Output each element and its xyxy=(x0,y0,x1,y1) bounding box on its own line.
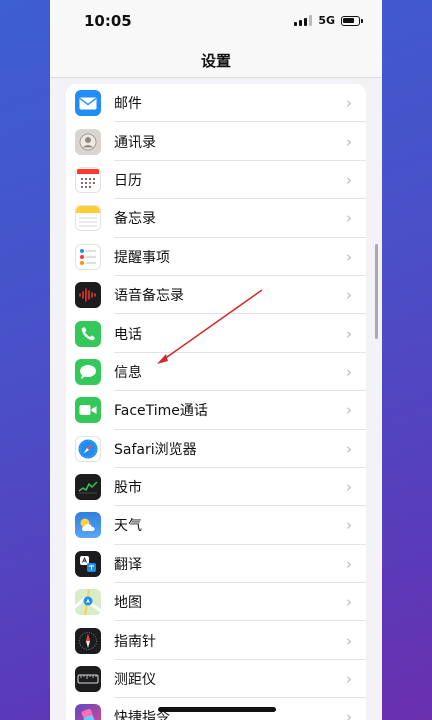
settings-item-maps[interactable]: 地图 › xyxy=(66,583,366,622)
settings-item-facetime[interactable]: FaceTime通话 › xyxy=(66,391,366,430)
settings-item-label: FaceTime通话 xyxy=(114,403,208,420)
status-bar: 10:05 5G xyxy=(50,0,382,42)
facetime-icon xyxy=(75,397,101,424)
settings-item-safari[interactable]: Safari浏览器 › xyxy=(66,430,366,468)
settings-item-label: 备忘录 xyxy=(114,211,156,228)
chevron-right-icon: › xyxy=(346,631,352,650)
settings-item-messages[interactable]: 信息 › xyxy=(66,353,366,392)
chevron-right-icon: › xyxy=(346,94,352,113)
settings-item-translate[interactable]: 翻译 › xyxy=(66,545,366,584)
chevron-right-icon: › xyxy=(346,209,352,228)
settings-item-label: 提醒事项 xyxy=(114,249,170,266)
settings-item-label: 语音备忘录 xyxy=(114,288,184,305)
settings-item-notes[interactable]: 备忘录 › xyxy=(66,199,366,238)
shortcuts-icon xyxy=(75,704,101,720)
chevron-right-icon: › xyxy=(346,247,352,266)
settings-item-label: 电话 xyxy=(114,326,142,343)
settings-item-calendar[interactable]: 日历 › xyxy=(66,161,366,200)
settings-item-label: 通讯录 xyxy=(114,134,156,151)
page-title: 设置 xyxy=(200,52,231,70)
chevron-right-icon: › xyxy=(346,439,352,458)
settings-item-label: 天气 xyxy=(114,518,142,535)
chevron-right-icon: › xyxy=(346,554,352,573)
chevron-right-icon: › xyxy=(346,516,352,535)
voice-memos-icon xyxy=(75,282,101,309)
settings-item-reminders[interactable]: 提醒事项 › xyxy=(66,238,366,276)
safari-icon xyxy=(75,435,101,462)
chevron-right-icon: › xyxy=(346,670,352,689)
status-indicators: 5G xyxy=(294,14,363,27)
battery-icon xyxy=(341,15,363,26)
settings-item-voice-memos[interactable]: 语音备忘录 › xyxy=(66,276,366,315)
settings-item-phone[interactable]: 电话 › xyxy=(66,314,366,353)
settings-item-weather[interactable]: 天气 › xyxy=(66,506,366,545)
settings-item-label: 信息 xyxy=(114,364,142,381)
settings-item-label: 地图 xyxy=(114,595,142,612)
settings-item-label: Safari浏览器 xyxy=(114,441,197,458)
settings-item-label: 日历 xyxy=(114,172,142,189)
status-time: 10:05 xyxy=(84,12,132,30)
chevron-right-icon: › xyxy=(346,170,352,189)
settings-item-measure[interactable]: 测距仪 › xyxy=(66,660,366,699)
settings-item-stocks[interactable]: 股市 › xyxy=(66,468,366,507)
home-indicator[interactable] xyxy=(158,707,276,712)
mail-icon xyxy=(75,90,101,117)
network-type: 5G xyxy=(318,14,335,27)
phone-icon xyxy=(75,320,101,347)
settings-item-mail[interactable]: 邮件 › xyxy=(66,84,366,123)
chevron-right-icon: › xyxy=(346,324,352,343)
settings-item-label: 测距仪 xyxy=(114,672,156,689)
cellular-signal-icon xyxy=(294,15,313,26)
chevron-right-icon: › xyxy=(346,132,352,151)
settings-item-label: 股市 xyxy=(114,480,142,497)
stocks-icon xyxy=(75,474,101,501)
messages-icon xyxy=(75,358,101,385)
translate-icon xyxy=(75,550,101,577)
phone-screen: 10:05 5G 设置 邮件 › 通讯录 › 日历 › 备忘录 › 提醒事项 ›… xyxy=(50,0,382,720)
scroll-indicator[interactable] xyxy=(375,244,378,339)
chevron-right-icon: › xyxy=(346,362,352,381)
compass-icon xyxy=(75,627,101,654)
settings-item-label: 翻译 xyxy=(114,556,142,573)
weather-icon xyxy=(75,512,101,539)
chevron-right-icon: › xyxy=(346,478,352,497)
settings-item-label: 指南针 xyxy=(114,633,156,650)
chevron-right-icon: › xyxy=(346,286,352,305)
chevron-right-icon: › xyxy=(346,708,352,720)
maps-icon xyxy=(75,589,101,616)
contacts-icon xyxy=(75,128,101,155)
settings-item-label: 邮件 xyxy=(114,96,142,113)
chevron-right-icon: › xyxy=(346,401,352,420)
navigation-bar: 设置 xyxy=(50,42,382,78)
settings-list: 邮件 › 通讯录 › 日历 › 备忘录 › 提醒事项 › 语音备忘录 › 电话 … xyxy=(66,84,366,720)
calendar-icon xyxy=(75,166,101,193)
settings-item-contacts[interactable]: 通讯录 › xyxy=(66,122,366,161)
notes-icon xyxy=(75,205,101,232)
settings-item-compass[interactable]: 指南针 › xyxy=(66,621,366,660)
measure-icon xyxy=(75,666,101,693)
chevron-right-icon: › xyxy=(346,593,352,612)
reminders-icon xyxy=(75,243,101,270)
